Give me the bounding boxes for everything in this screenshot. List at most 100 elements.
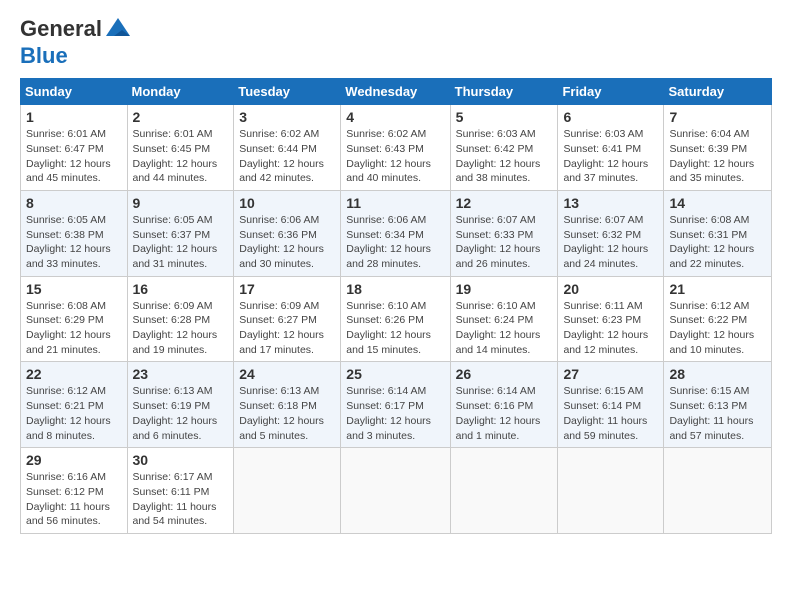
day-info: Sunrise: 6:10 AMSunset: 6:24 PMDaylight:… (456, 300, 541, 356)
day-info: Sunrise: 6:08 AMSunset: 6:29 PMDaylight:… (26, 300, 111, 356)
weekday-header-tuesday: Tuesday (234, 79, 341, 105)
day-info: Sunrise: 6:10 AMSunset: 6:26 PMDaylight:… (346, 300, 431, 356)
calendar-cell: 22 Sunrise: 6:12 AMSunset: 6:21 PMDayligh… (21, 362, 128, 448)
calendar-cell: 7Sunrise: 6:04 AMSunset: 6:39 PMDaylight… (664, 105, 772, 191)
calendar-cell: 20 Sunrise: 6:11 AMSunset: 6:23 PMDayligh… (558, 276, 664, 362)
calendar-cell (664, 448, 772, 534)
calendar-cell: 16 Sunrise: 6:09 AMSunset: 6:28 PMDayligh… (127, 276, 234, 362)
calendar-cell: 5Sunrise: 6:03 AMSunset: 6:42 PMDaylight… (450, 105, 558, 191)
day-number: 17 (239, 281, 335, 297)
day-number: 26 (456, 366, 553, 382)
day-number: 15 (26, 281, 122, 297)
day-number: 28 (669, 366, 766, 382)
day-info: Sunrise: 6:06 AMSunset: 6:36 PMDaylight:… (239, 214, 324, 270)
weekday-header-monday: Monday (127, 79, 234, 105)
day-info: Sunrise: 6:15 AMSunset: 6:14 PMDaylight:… (563, 385, 647, 441)
calendar: SundayMondayTuesdayWednesdayThursdayFrid… (20, 78, 772, 534)
calendar-cell: 12 Sunrise: 6:07 AMSunset: 6:33 PMDayligh… (450, 190, 558, 276)
day-number: 23 (133, 366, 229, 382)
day-number: 1 (26, 109, 122, 125)
day-info: Sunrise: 6:05 AMSunset: 6:37 PMDaylight:… (133, 214, 218, 270)
calendar-cell: 25 Sunrise: 6:14 AMSunset: 6:17 PMDayligh… (341, 362, 450, 448)
day-number: 29 (26, 452, 122, 468)
day-number: 19 (456, 281, 553, 297)
calendar-cell: 9 Sunrise: 6:05 AMSunset: 6:37 PMDaylight… (127, 190, 234, 276)
logo: General Blue (20, 16, 134, 68)
day-info: Sunrise: 6:13 AMSunset: 6:19 PMDaylight:… (133, 385, 218, 441)
day-info: Sunrise: 6:02 AMSunset: 6:43 PMDaylight:… (346, 128, 431, 184)
calendar-cell: 30 Sunrise: 6:17 AMSunset: 6:11 PMDayligh… (127, 448, 234, 534)
calendar-cell: 8 Sunrise: 6:05 AMSunset: 6:38 PMDaylight… (21, 190, 128, 276)
day-info: Sunrise: 6:09 AMSunset: 6:28 PMDaylight:… (133, 300, 218, 356)
day-number: 2 (133, 109, 229, 125)
day-number: 14 (669, 195, 766, 211)
day-info: Sunrise: 6:12 AMSunset: 6:21 PMDaylight:… (26, 385, 111, 441)
calendar-cell: 1 Sunrise: 6:01 AMSunset: 6:47 PMDaylight… (21, 105, 128, 191)
calendar-cell (234, 448, 341, 534)
weekday-header-wednesday: Wednesday (341, 79, 450, 105)
day-number: 9 (133, 195, 229, 211)
calendar-cell (558, 448, 664, 534)
day-number: 11 (346, 195, 444, 211)
calendar-cell: 4 Sunrise: 6:02 AMSunset: 6:43 PMDaylight… (341, 105, 450, 191)
day-number: 4 (346, 109, 444, 125)
page: General Blue SundayMondayTuesdayWednesda… (0, 0, 792, 554)
calendar-cell: 19 Sunrise: 6:10 AMSunset: 6:24 PMDayligh… (450, 276, 558, 362)
day-number: 25 (346, 366, 444, 382)
day-number: 24 (239, 366, 335, 382)
day-number: 8 (26, 195, 122, 211)
calendar-cell: 24 Sunrise: 6:13 AMSunset: 6:18 PMDayligh… (234, 362, 341, 448)
calendar-cell: 13Sunrise: 6:07 AMSunset: 6:32 PMDayligh… (558, 190, 664, 276)
day-number: 10 (239, 195, 335, 211)
day-info: Sunrise: 6:07 AMSunset: 6:33 PMDaylight:… (456, 214, 541, 270)
weekday-header-sunday: Sunday (21, 79, 128, 105)
day-info: Sunrise: 6:15 AMSunset: 6:13 PMDaylight:… (669, 385, 753, 441)
header: General Blue (20, 16, 772, 68)
weekday-header-friday: Friday (558, 79, 664, 105)
calendar-cell: 2 Sunrise: 6:01 AMSunset: 6:45 PMDaylight… (127, 105, 234, 191)
day-info: Sunrise: 6:14 AMSunset: 6:16 PMDaylight:… (456, 385, 541, 441)
calendar-cell: 14 Sunrise: 6:08 AMSunset: 6:31 PMDayligh… (664, 190, 772, 276)
calendar-cell: 3 Sunrise: 6:02 AMSunset: 6:44 PMDaylight… (234, 105, 341, 191)
day-number: 18 (346, 281, 444, 297)
calendar-cell: 11 Sunrise: 6:06 AMSunset: 6:34 PMDayligh… (341, 190, 450, 276)
weekday-header-saturday: Saturday (664, 79, 772, 105)
calendar-cell: 27 Sunrise: 6:15 AMSunset: 6:14 PMDayligh… (558, 362, 664, 448)
calendar-cell: 28 Sunrise: 6:15 AMSunset: 6:13 PMDayligh… (664, 362, 772, 448)
day-number: 12 (456, 195, 553, 211)
day-info: Sunrise: 6:12 AMSunset: 6:22 PMDaylight:… (669, 300, 754, 356)
day-number: 5 (456, 109, 553, 125)
day-number: 27 (563, 366, 658, 382)
day-number: 22 (26, 366, 122, 382)
day-info: Sunrise: 6:05 AMSunset: 6:38 PMDaylight:… (26, 214, 111, 270)
day-number: 21 (669, 281, 766, 297)
day-info: Sunrise: 6:17 AMSunset: 6:11 PMDaylight:… (133, 471, 217, 527)
weekday-header-thursday: Thursday (450, 79, 558, 105)
calendar-cell: 23 Sunrise: 6:13 AMSunset: 6:19 PMDayligh… (127, 362, 234, 448)
day-number: 30 (133, 452, 229, 468)
day-info: Sunrise: 6:01 AMSunset: 6:45 PMDaylight:… (133, 128, 218, 184)
day-number: 6 (563, 109, 658, 125)
day-info: Sunrise: 6:14 AMSunset: 6:17 PMDaylight:… (346, 385, 431, 441)
day-info: Sunrise: 6:16 AMSunset: 6:12 PMDaylight:… (26, 471, 110, 527)
calendar-cell: 26 Sunrise: 6:14 AMSunset: 6:16 PMDayligh… (450, 362, 558, 448)
calendar-cell: 21 Sunrise: 6:12 AMSunset: 6:22 PMDayligh… (664, 276, 772, 362)
day-info: Sunrise: 6:11 AMSunset: 6:23 PMDaylight:… (563, 300, 648, 356)
calendar-cell: 10 Sunrise: 6:06 AMSunset: 6:36 PMDayligh… (234, 190, 341, 276)
day-info: Sunrise: 6:01 AMSunset: 6:47 PMDaylight:… (26, 128, 111, 184)
calendar-cell (341, 448, 450, 534)
day-info: Sunrise: 6:03 AMSunset: 6:41 PMDaylight:… (563, 128, 648, 184)
day-info: Sunrise: 6:09 AMSunset: 6:27 PMDaylight:… (239, 300, 324, 356)
day-info: Sunrise: 6:02 AMSunset: 6:44 PMDaylight:… (239, 128, 324, 184)
day-info: Sunrise: 6:13 AMSunset: 6:18 PMDaylight:… (239, 385, 324, 441)
calendar-cell: 15 Sunrise: 6:08 AMSunset: 6:29 PMDayligh… (21, 276, 128, 362)
calendar-cell: 18 Sunrise: 6:10 AMSunset: 6:26 PMDayligh… (341, 276, 450, 362)
day-info: Sunrise: 6:04 AMSunset: 6:39 PMDaylight:… (669, 128, 754, 184)
day-number: 3 (239, 109, 335, 125)
calendar-cell (450, 448, 558, 534)
day-number: 20 (563, 281, 658, 297)
day-info: Sunrise: 6:06 AMSunset: 6:34 PMDaylight:… (346, 214, 431, 270)
day-info: Sunrise: 6:08 AMSunset: 6:31 PMDaylight:… (669, 214, 754, 270)
calendar-cell: 6 Sunrise: 6:03 AMSunset: 6:41 PMDaylight… (558, 105, 664, 191)
day-number: 16 (133, 281, 229, 297)
